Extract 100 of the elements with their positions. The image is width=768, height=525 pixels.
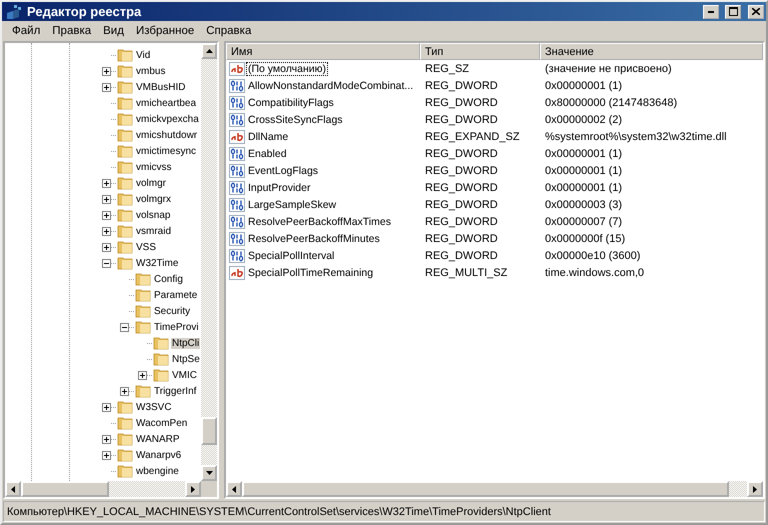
tree-item[interactable]: Vid xyxy=(135,50,152,60)
column-header[interactable]: Имя xyxy=(226,43,420,60)
expand-toggle[interactable] xyxy=(102,226,111,236)
binary-value-icon xyxy=(229,164,245,178)
tree-item[interactable]: Paramete xyxy=(153,290,198,300)
value-name[interactable]: EventLogFlags xyxy=(246,164,320,178)
tree-item[interactable]: Config xyxy=(153,274,184,284)
value-type: REG_DWORD xyxy=(424,96,499,108)
binary-value-icon xyxy=(229,78,245,92)
string-value-icon xyxy=(229,62,245,76)
tree-item[interactable]: Security xyxy=(153,306,192,316)
column-header[interactable]: Значение xyxy=(540,43,763,60)
tree-item[interactable]: vmbus xyxy=(135,66,166,76)
expand-toggle[interactable] xyxy=(102,194,111,204)
scroll-right-button[interactable] xyxy=(747,481,763,497)
collapse-toggle[interactable] xyxy=(120,322,129,332)
value-name[interactable]: DllName xyxy=(246,130,290,144)
scroll-down-button[interactable] xyxy=(201,465,217,481)
left-arrow-icon xyxy=(232,486,236,492)
tree-item[interactable]: TimeProvi xyxy=(153,322,200,332)
scrollbar-corner xyxy=(201,481,217,497)
tree-item[interactable]: VMIC xyxy=(171,370,198,380)
plus-icon xyxy=(104,212,109,218)
tree-item[interactable]: vmicheartbea xyxy=(135,98,198,108)
menu-item[interactable]: Избранное xyxy=(130,24,200,36)
tree-item[interactable]: vmictimesync xyxy=(135,146,198,156)
value-data: 0x0000000f (15) xyxy=(544,232,626,244)
value-name[interactable]: ResolvePeerBackoffMaxTimes xyxy=(246,214,393,228)
tree-item[interactable]: vmickvpexcha xyxy=(135,114,200,124)
horizontal-scrollbar[interactable] xyxy=(5,481,201,497)
tree-item[interactable]: vsmraid xyxy=(135,226,172,236)
scroll-right-button[interactable] xyxy=(185,481,201,497)
expand-toggle[interactable] xyxy=(102,178,111,188)
plus-icon xyxy=(104,68,109,74)
tree-item[interactable]: volmgrx xyxy=(135,194,172,204)
value-name[interactable]: ResolvePeerBackoffMinutes xyxy=(246,232,382,246)
expand-toggle[interactable] xyxy=(102,434,111,444)
status-bar: Компьютер\HKEY_LOCAL_MACHINE\SYSTEM\CurrentControlSet\services\W32Time\TimeProviders\NtpClient xyxy=(3,501,765,522)
window-title: Редактор реестра xyxy=(27,4,142,19)
scroll-left-button[interactable] xyxy=(5,481,21,497)
value-name[interactable]: LargeSampleSkew xyxy=(246,198,338,212)
expand-toggle[interactable] xyxy=(102,210,111,220)
folder-icon xyxy=(135,320,151,334)
tree-item[interactable]: Wanarpv6 xyxy=(135,450,182,460)
menu-item[interactable]: Правка xyxy=(46,24,98,36)
value-type: REG_DWORD xyxy=(424,80,499,92)
folder-icon xyxy=(117,112,133,126)
scroll-thumb[interactable] xyxy=(201,417,217,445)
value-name[interactable]: SpecialPollInterval xyxy=(246,248,336,262)
value-type: REG_DWORD xyxy=(424,164,499,176)
vertical-scrollbar[interactable] xyxy=(201,43,217,481)
expand-toggle[interactable] xyxy=(120,386,129,396)
expand-toggle[interactable] xyxy=(102,66,111,76)
value-data: time.windows.com,0 xyxy=(544,266,646,278)
tree-item[interactable]: WacomPen xyxy=(135,418,188,428)
tree-item[interactable]: W3SVC xyxy=(135,402,173,412)
scroll-up-button[interactable] xyxy=(201,43,217,59)
column-header[interactable]: Тип xyxy=(420,43,540,60)
tree-item[interactable]: wbengine xyxy=(135,466,180,476)
folder-icon xyxy=(117,416,133,430)
value-name[interactable]: SpecialPollTimeRemaining xyxy=(246,266,376,280)
folder-icon xyxy=(135,288,151,302)
close-button[interactable] xyxy=(748,4,764,18)
value-data: 0x00000001 (1) xyxy=(544,164,624,176)
value-type: REG_DWORD xyxy=(424,216,499,228)
tree-item[interactable]: VSS xyxy=(135,242,158,252)
value-name[interactable]: (По умолчанию) xyxy=(246,62,328,76)
tree-item[interactable]: W32Time xyxy=(135,258,180,268)
menu-item[interactable]: Вид xyxy=(97,24,130,36)
value-name[interactable]: CompatibilityFlags xyxy=(246,96,336,110)
folder-icon xyxy=(153,368,169,382)
tree-item[interactable]: NtpCli xyxy=(171,338,200,348)
expand-toggle[interactable] xyxy=(102,242,111,252)
menu-item[interactable]: Файл xyxy=(6,24,46,36)
expand-toggle[interactable] xyxy=(138,370,147,380)
value-name[interactable]: Enabled xyxy=(246,146,289,160)
tree-item[interactable]: volmgr xyxy=(135,178,168,188)
value-name[interactable]: InputProvider xyxy=(246,180,312,194)
scroll-thumb[interactable] xyxy=(21,481,109,497)
right-arrow-icon xyxy=(191,486,195,492)
collapse-toggle[interactable] xyxy=(102,258,111,268)
menu-item[interactable]: Справка xyxy=(200,24,258,36)
scroll-left-button[interactable] xyxy=(226,481,242,497)
expand-toggle[interactable] xyxy=(102,82,111,92)
minimize-icon xyxy=(708,10,714,12)
tree-item[interactable]: TriggerInf xyxy=(153,386,198,396)
expand-toggle[interactable] xyxy=(102,450,111,460)
expand-toggle[interactable] xyxy=(102,402,111,412)
tree-item[interactable]: volsnap xyxy=(135,210,172,220)
up-arrow-icon xyxy=(206,49,212,53)
tree-item[interactable]: VMBusHID xyxy=(135,82,186,92)
tree-item[interactable]: WANARP xyxy=(135,434,181,444)
value-name[interactable]: AllowNonstandardModeCombinat... xyxy=(246,78,416,92)
string-value-icon xyxy=(229,130,245,144)
maximize-button[interactable] xyxy=(725,4,741,18)
tree-item[interactable]: NtpSe xyxy=(171,354,201,364)
minimize-button[interactable] xyxy=(703,4,719,18)
value-name[interactable]: CrossSiteSyncFlags xyxy=(246,112,345,126)
tree-item[interactable]: vmicvss xyxy=(135,162,173,172)
tree-item[interactable]: vmicshutdowr xyxy=(135,130,198,140)
